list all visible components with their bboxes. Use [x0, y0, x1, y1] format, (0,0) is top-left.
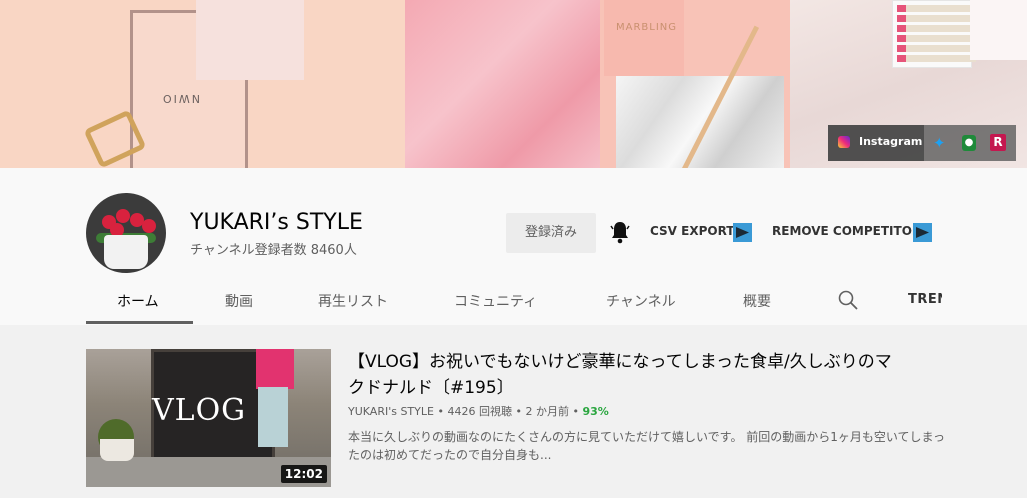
tab-videos[interactable]: 動画 — [225, 291, 253, 311]
tab-trend[interactable]: TREN — [908, 292, 942, 307]
instagram-icon — [838, 136, 850, 148]
meta-percent: 93% — [582, 405, 609, 418]
active-tab-indicator — [86, 321, 193, 324]
banner-matchbox — [892, 0, 976, 68]
banner-marble-pink — [405, 0, 615, 168]
banner-marbling-text: MARBLING — [616, 22, 678, 33]
channel-name: YUKARI’s STYLE — [190, 210, 363, 235]
goodreads-icon[interactable]: ● — [962, 135, 976, 151]
rakuten-icon[interactable]: R — [990, 134, 1006, 151]
meta-age: 2 か月前 — [525, 405, 569, 418]
banner-decor-text: NWIO — [161, 92, 201, 105]
video-thumbnail[interactable]: VLOG 12:02 — [86, 349, 331, 487]
remove-competitor-button[interactable] — [913, 223, 932, 242]
subscriber-count: チャンネル登録者数 8460人 — [190, 243, 357, 258]
banner-links: Instagram ✦ ● R — [828, 125, 1016, 161]
play-arrow-icon — [736, 227, 749, 238]
banner-matchbox-lid — [970, 0, 1027, 60]
instagram-link[interactable]: Instagram — [828, 125, 924, 161]
twitter-icon[interactable]: ✦ — [933, 135, 946, 151]
meta-views: 4426 回視聴 — [447, 405, 512, 418]
subscribe-button[interactable]: 登録済み — [506, 213, 596, 253]
banner-book — [604, 0, 684, 76]
play-arrow-icon — [916, 227, 929, 238]
instagram-label: Instagram — [859, 135, 923, 148]
channel-banner: NWIO MARBLING Instagram ✦ ● R — [0, 0, 1027, 168]
csv-export-label[interactable]: CSV EXPORT — [650, 224, 734, 238]
notification-bell-icon[interactable] — [610, 220, 630, 244]
banner-card — [196, 0, 304, 80]
avatar[interactable] — [86, 193, 166, 273]
video-title[interactable]: 【VLOG】お祝いでもないけど豪華になってしまった食卓/久しぶりのマクドナルド〔… — [348, 349, 908, 401]
tab-about[interactable]: 概要 — [743, 291, 771, 311]
tab-channels[interactable]: チャンネル — [606, 291, 676, 311]
video-meta: YUKARI's STYLE • 4426 回視聴 • 2 か月前 • 93% — [348, 405, 609, 418]
banner-marble-block — [616, 76, 784, 168]
thumbnail-text: VLOG — [152, 393, 247, 428]
csv-export-button[interactable] — [733, 223, 752, 242]
channel-header: YUKARI’s STYLE チャンネル登録者数 8460人 登録済み CSV … — [0, 168, 1027, 325]
search-icon[interactable] — [838, 290, 858, 310]
remove-competitor-label[interactable]: REMOVE COMPETITOR — [772, 224, 921, 238]
tab-playlists[interactable]: 再生リスト — [318, 291, 388, 311]
tab-community[interactable]: コミュニティ — [454, 291, 537, 311]
video-description: 本当に久しぶりの動画なのにたくさんの方に見ていただけて嬉しいです。 前回の動画か… — [348, 430, 946, 462]
tab-home[interactable]: ホーム — [117, 291, 159, 311]
meta-channel[interactable]: YUKARI's STYLE — [348, 405, 434, 418]
video-duration: 12:02 — [280, 465, 327, 483]
